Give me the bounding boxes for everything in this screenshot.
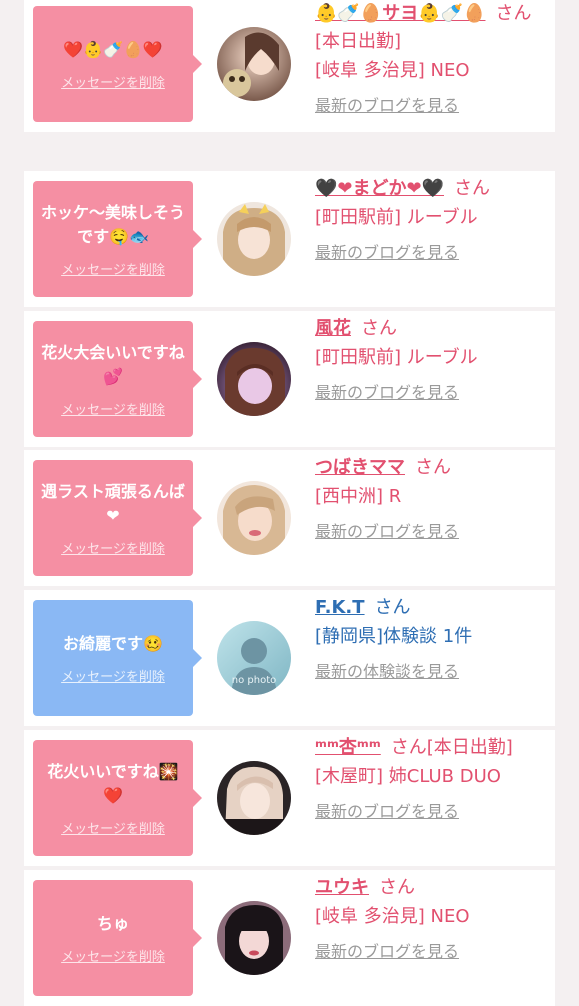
message-bubble: ちゅ メッセージを削除 <box>33 880 202 996</box>
message-card: ちゅ メッセージを削除 ユウキ さん [岐阜 多治見] NEO 最新のブログを見る <box>24 870 555 1006</box>
message-card: 花火大会いいですね💕 メッセージを削除 風花 さん [町田駅前] ルーブル 最新の… <box>24 311 555 447</box>
shop-info: [木屋町] 姉CLUB DUO <box>315 766 501 787</box>
latest-blog-link[interactable]: 最新のブログを見る <box>315 379 459 403</box>
message-bubble: お綺麗です🥴 メッセージを削除 <box>33 600 202 716</box>
user-name-link[interactable]: F.K.T <box>315 597 365 618</box>
message-text: 花火大会いいですね💕 <box>41 342 185 386</box>
latest-blog-link[interactable]: 最新のブログを見る <box>315 518 459 542</box>
status-badge: [本日出勤] <box>426 737 513 758</box>
status-badge: [本日出勤] <box>315 31 402 52</box>
honorific: さん <box>374 597 411 618</box>
delete-message-link[interactable]: メッセージを削除 <box>61 399 165 418</box>
message-bubble: ホッケ〜美味しそうです🤤🐟 メッセージを削除 <box>33 181 202 297</box>
avatar[interactable] <box>217 901 291 975</box>
shop-info: [町田駅前] ルーブル <box>315 207 478 228</box>
shop-info: [岐阜 多治見] NEO <box>315 60 470 81</box>
latest-blog-link[interactable]: 最新のブログを見る <box>315 239 459 263</box>
message-card: 週ラスト頑張るんば❤ メッセージを削除 つばきママ さん [西中洲] R 最新のブ… <box>24 450 555 586</box>
shop-info: [西中洲] R <box>315 486 402 507</box>
message-bubble: 花火いいですね🎇❤️ メッセージを削除 <box>33 740 202 856</box>
avatar[interactable] <box>217 481 291 555</box>
user-name-link[interactable]: ユウキ <box>315 877 369 898</box>
message-card: お綺麗です🥴 メッセージを削除 no photo F.K.T さん [静岡県]体験… <box>24 590 555 726</box>
honorific: さん <box>361 318 397 339</box>
message-text: ❤️👶🍼🥚❤️ <box>63 39 163 59</box>
avatar[interactable] <box>217 761 291 835</box>
user-name-link[interactable]: 風花 <box>315 318 351 339</box>
message-bubble: ❤️👶🍼🥚❤️ メッセージを削除 <box>33 6 202 122</box>
avatar-placeholder-text: no photo <box>232 675 276 686</box>
latest-blog-link[interactable]: 最新のブログを見る <box>315 92 459 116</box>
honorific: さん <box>415 457 451 478</box>
delete-message-link[interactable]: メッセージを削除 <box>61 946 165 965</box>
user-info: 風花 さん [町田駅前] ルーブル 最新のブログを見る <box>315 315 545 403</box>
honorific: さん <box>379 877 415 898</box>
avatar[interactable] <box>217 202 291 276</box>
latest-blog-link[interactable]: 最新のブログを見る <box>315 798 459 822</box>
message-text: ホッケ〜美味しそうです🤤🐟 <box>41 202 186 246</box>
delete-message-link[interactable]: メッセージを削除 <box>61 259 165 278</box>
message-card: ホッケ〜美味しそうです🤤🐟 メッセージを削除 🖤❤まどか❤🖤 さん [町田駅前] … <box>24 171 555 307</box>
user-name-link[interactable]: つばきママ <box>315 457 405 478</box>
shop-info: [静岡県]体験談 1件 <box>315 626 473 647</box>
message-text: お綺麗です🥴 <box>63 633 163 653</box>
honorific: さん <box>495 3 532 24</box>
avatar[interactable]: no photo <box>217 621 291 695</box>
delete-message-link[interactable]: メッセージを削除 <box>61 538 165 557</box>
message-list: ❤️👶🍼🥚❤️ メッセージを削除 👶🍼🥚サヨ👶🍼🥚 さん[本日出勤] [岐阜 多治… <box>0 0 579 1006</box>
shop-info: [町田駅前] ルーブル <box>315 347 478 368</box>
user-name-link[interactable]: 🖤❤まどか❤🖤 <box>315 178 444 199</box>
message-card: 花火いいですね🎇❤️ メッセージを削除 ᵐᵐ杏ᵐᵐ さん[本日出勤] [木屋町] … <box>24 730 555 866</box>
delete-message-link[interactable]: メッセージを削除 <box>61 818 165 837</box>
avatar[interactable] <box>217 27 291 101</box>
user-name-link[interactable]: 👶🍼🥚サヨ👶🍼🥚 <box>315 3 485 24</box>
user-info: 🖤❤まどか❤🖤 さん [町田駅前] ルーブル 最新のブログを見る <box>315 175 545 263</box>
user-info: つばきママ さん [西中洲] R 最新のブログを見る <box>315 454 545 542</box>
shop-info: [岐阜 多治見] NEO <box>315 906 470 927</box>
user-info: 👶🍼🥚サヨ👶🍼🥚 さん [本日出勤] [岐阜 多治見] NEO 最新のブログを見る <box>315 0 545 116</box>
message-card: ❤️👶🍼🥚❤️ メッセージを削除 👶🍼🥚サヨ👶🍼🥚 さん [本日出勤] [岐阜 多治… <box>24 0 555 132</box>
message-text: ちゅ <box>96 913 129 933</box>
latest-review-link[interactable]: 最新の体験談を見る <box>315 658 459 682</box>
latest-blog-link[interactable]: 最新のブログを見る <box>315 938 459 962</box>
message-text: 花火いいですね🎇❤️ <box>47 761 179 805</box>
avatar[interactable] <box>217 342 291 416</box>
user-info: F.K.T さん [静岡県]体験談 1件 最新の体験談を見る <box>315 594 545 682</box>
message-text: 週ラスト頑張るんば❤ <box>41 481 185 525</box>
message-bubble: 花火大会いいですね💕 メッセージを削除 <box>33 321 202 437</box>
user-info: ユウキ さん [岐阜 多治見] NEO 最新のブログを見る <box>315 874 545 962</box>
delete-message-link[interactable]: メッセージを削除 <box>61 72 165 91</box>
user-info: ᵐᵐ杏ᵐᵐ さん[本日出勤] [木屋町] 姉CLUB DUO 最新のブログを見る <box>315 734 545 822</box>
message-bubble: 週ラスト頑張るんば❤ メッセージを削除 <box>33 460 202 576</box>
honorific: さん <box>454 178 490 199</box>
delete-message-link[interactable]: メッセージを削除 <box>61 666 165 685</box>
honorific: さん <box>390 737 427 758</box>
user-name-link[interactable]: ᵐᵐ杏ᵐᵐ <box>315 737 381 758</box>
